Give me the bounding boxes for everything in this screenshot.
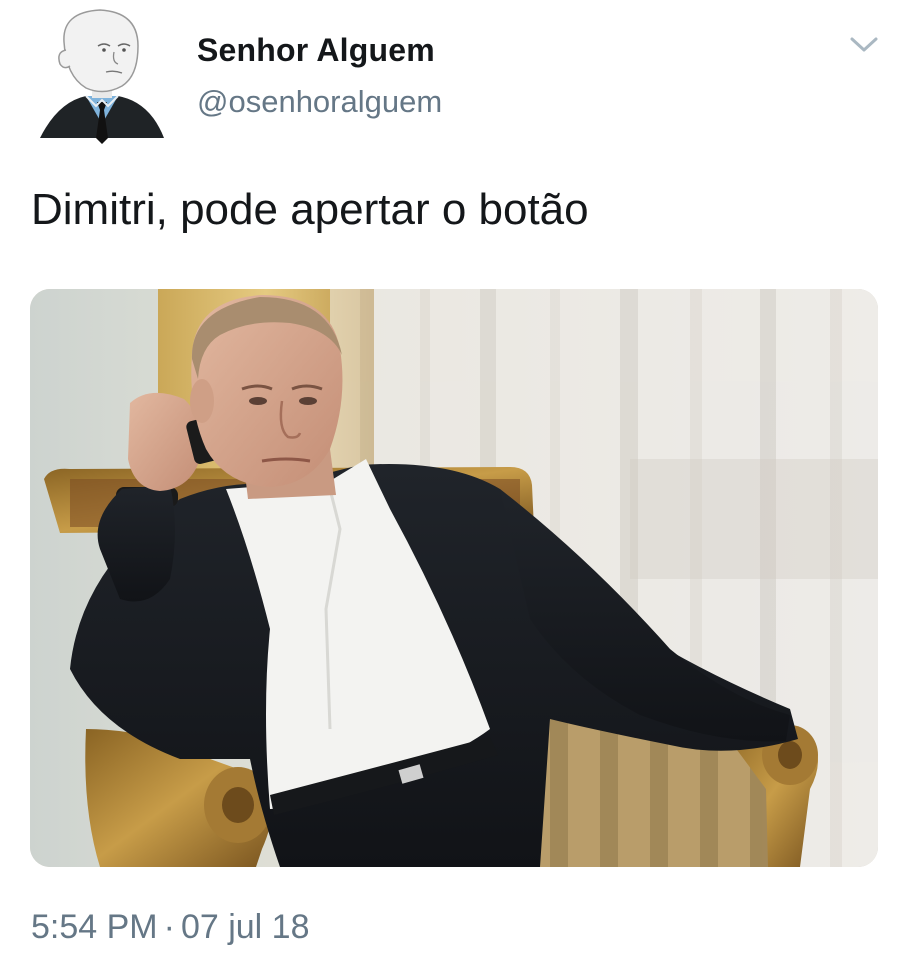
tweet-time: 5:54 PM (31, 908, 158, 946)
timestamp-separator: · (163, 908, 175, 946)
tweet-text: Dimitri, pode apertar o botão (31, 185, 589, 234)
tweet-menu-button[interactable] (846, 30, 882, 60)
wojak-avatar-icon (40, 9, 164, 144)
tweet-photo[interactable] (30, 289, 878, 867)
tweet-timestamp[interactable]: 5:54 PM · 07 jul 18 (31, 908, 310, 947)
tweet-date: 07 jul 18 (180, 908, 310, 946)
avatar[interactable] (38, 6, 166, 146)
author-handle[interactable]: @osenhoralguem (197, 84, 442, 120)
chevron-down-icon (850, 37, 878, 52)
author-display-name[interactable]: Senhor Alguem (197, 32, 435, 69)
photo-man-on-phone-icon (30, 289, 878, 867)
tweet-card: Senhor Alguem @osenhoralguem Dimitri, po… (0, 0, 908, 960)
